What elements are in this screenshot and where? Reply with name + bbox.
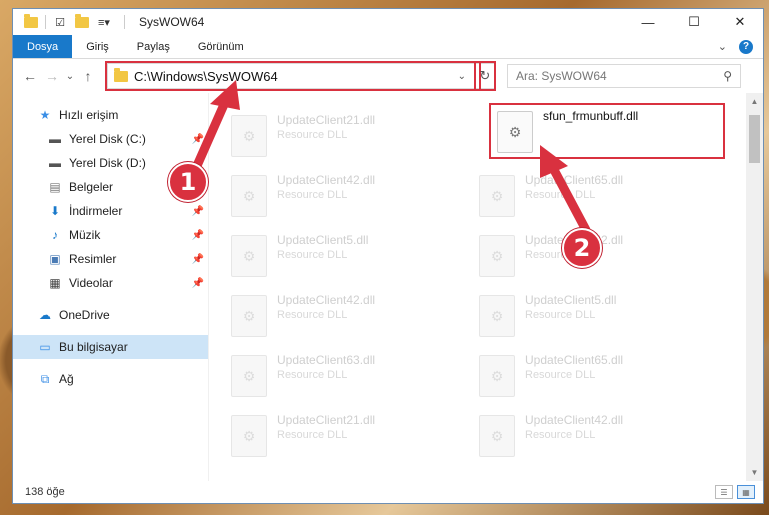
callout-step-1: 1 [168,162,208,202]
callout-step-2: 2 [562,228,602,268]
annotation-arrow-1 [191,80,591,235]
